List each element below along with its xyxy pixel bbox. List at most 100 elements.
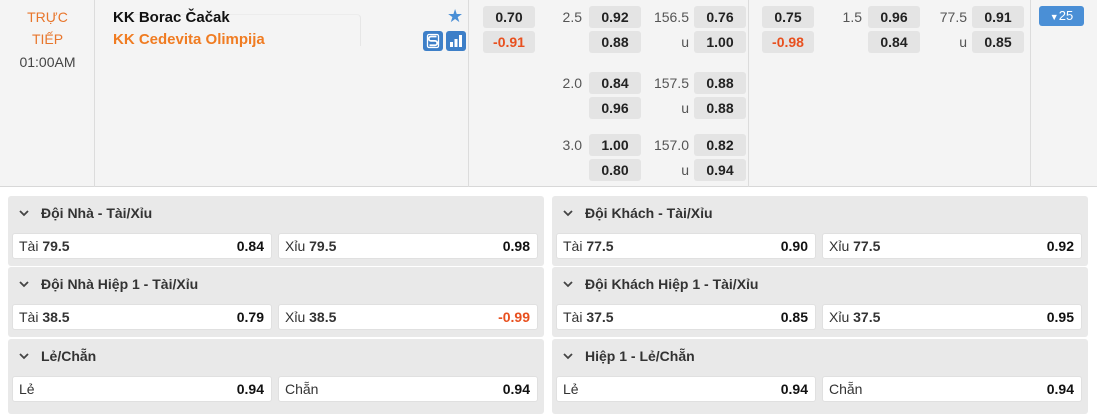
ft-total-under-label: u bbox=[681, 34, 689, 50]
option-odds: 0.90 bbox=[780, 238, 808, 254]
h1-total-line: 77.5 bbox=[939, 9, 967, 25]
market-header[interactable]: Lẻ/Chẵn bbox=[8, 339, 544, 373]
h1-handicap-home[interactable]: 0.75 bbox=[762, 6, 814, 28]
match-status: TRỰC TIẾP 01:00AM bbox=[0, 0, 95, 187]
scoreboard-icon[interactable] bbox=[423, 31, 443, 51]
market-option[interactable]: Lẻ 0.94 bbox=[12, 376, 272, 402]
h1-hdp-home[interactable]: 0.96 bbox=[868, 6, 920, 28]
chevron-down-icon bbox=[19, 281, 29, 288]
ft-hdp-away[interactable]: 0.88 bbox=[589, 31, 641, 53]
option-odds: 0.85 bbox=[780, 309, 808, 325]
chevron-down-icon bbox=[563, 353, 573, 360]
ft-total-over[interactable]: 0.76 bbox=[694, 6, 746, 28]
market-option[interactable]: Xỉu 79.5 0.98 bbox=[278, 233, 538, 259]
ft-total-over[interactable]: 0.88 bbox=[694, 72, 746, 94]
more-markets-button[interactable]: ▼25 bbox=[1039, 6, 1084, 26]
option-odds: 0.94 bbox=[780, 381, 808, 397]
h1-hdp-line: 1.5 bbox=[842, 9, 862, 25]
ft-hdp-home[interactable]: 1.00 bbox=[589, 134, 641, 156]
ft-total-line: 156.5 bbox=[653, 9, 689, 25]
ft-total-under-label: u bbox=[681, 162, 689, 178]
option-label: Xỉu 37.5 bbox=[829, 309, 881, 325]
caret-down-icon: ▼ bbox=[1049, 12, 1059, 22]
option-label: Tài 37.5 bbox=[563, 309, 614, 325]
h1-total-under[interactable]: 0.85 bbox=[972, 31, 1024, 53]
market-option[interactable]: Xỉu 77.5 0.92 bbox=[822, 233, 1082, 259]
market-block: Đội Nhà - Tài/Xỉu Tài 79.5 0.84 Xỉu 79.5 0.9… bbox=[8, 196, 544, 266]
ft-total-under-label: u bbox=[681, 100, 689, 116]
option-odds: 0.94 bbox=[502, 381, 530, 397]
ft-hdp-line: 2.0 bbox=[562, 75, 582, 91]
h1-total-under-label: u bbox=[959, 34, 967, 50]
ft-hdp-away[interactable]: 0.80 bbox=[589, 159, 641, 181]
market-option[interactable]: Tài 38.5 0.79 bbox=[12, 304, 272, 330]
market-block: Lẻ/Chẵn Lẻ 0.94 Chẵn 0.94 bbox=[8, 339, 544, 414]
market-title: Đội Nhà - Tài/Xỉu bbox=[41, 205, 153, 221]
option-label: Tài 79.5 bbox=[19, 238, 70, 254]
market-option[interactable]: Tài 79.5 0.84 bbox=[12, 233, 272, 259]
market-option[interactable]: Tài 37.5 0.85 bbox=[556, 304, 816, 330]
option-odds: -0.99 bbox=[498, 309, 530, 325]
teams-cell: KK Borac Čačak KK Cedevita Olimpija ★ bbox=[96, 0, 469, 187]
market-block: Đội Nhà Hiệp 1 - Tài/Xỉu Tài 38.5 0.79 Xỉu … bbox=[8, 267, 544, 337]
live-label-2: TIẾP bbox=[31, 31, 64, 47]
market-header[interactable]: Đội Khách - Tài/Xỉu bbox=[552, 196, 1088, 230]
option-odds: 0.98 bbox=[502, 238, 530, 254]
star-icon[interactable]: ★ bbox=[447, 6, 463, 26]
market-option[interactable]: Chẵn 0.94 bbox=[822, 376, 1082, 402]
option-label: Tài 38.5 bbox=[19, 309, 70, 325]
option-label: Chẵn bbox=[285, 381, 319, 397]
market-header[interactable]: Đội Nhà Hiệp 1 - Tài/Xỉu bbox=[8, 267, 544, 301]
market-option[interactable]: Xỉu 37.5 0.95 bbox=[822, 304, 1082, 330]
option-label: Lẻ bbox=[19, 381, 35, 397]
option-label: Tài 77.5 bbox=[563, 238, 614, 254]
option-label: Xỉu 79.5 bbox=[285, 238, 337, 254]
option-label: Xỉu 38.5 bbox=[285, 309, 337, 325]
market-header[interactable]: Đội Nhà - Tài/Xỉu bbox=[8, 196, 544, 230]
market-option[interactable]: Xỉu 38.5 -0.99 bbox=[278, 304, 538, 330]
home-team-name[interactable]: KK Borac Čačak bbox=[113, 8, 230, 28]
market-title: Đội Nhà Hiệp 1 - Tài/Xỉu bbox=[41, 276, 199, 292]
ft-total-over[interactable]: 0.82 bbox=[694, 134, 746, 156]
match-time: 01:00AM bbox=[19, 54, 76, 70]
market-block: Hiệp 1 - Lẻ/Chẵn Lẻ 0.94 Chẵn 0.94 bbox=[552, 339, 1088, 414]
market-block: Đội Khách - Tài/Xỉu Tài 77.5 0.90 Xỉu 77.5 0… bbox=[552, 196, 1088, 266]
away-team-name[interactable]: KK Cedevita Olimpija bbox=[113, 30, 265, 50]
option-label: Lẻ bbox=[563, 381, 579, 397]
stats-icon[interactable] bbox=[446, 31, 466, 51]
option-odds: 0.84 bbox=[236, 238, 264, 254]
market-title: Đội Khách - Tài/Xỉu bbox=[585, 205, 713, 221]
market-title: Hiệp 1 - Lẻ/Chẵn bbox=[585, 348, 695, 364]
ft-total-line: 157.5 bbox=[653, 75, 689, 91]
option-odds: 0.79 bbox=[236, 309, 264, 325]
market-option[interactable]: Lẻ 0.94 bbox=[556, 376, 816, 402]
h1-hdp-away[interactable]: 0.84 bbox=[868, 31, 920, 53]
ft-hdp-line: 2.5 bbox=[562, 9, 582, 25]
option-odds: 0.94 bbox=[236, 381, 264, 397]
h1-total-over[interactable]: 0.91 bbox=[972, 6, 1024, 28]
ft-total-line: 157.0 bbox=[653, 137, 689, 153]
ft-total-under[interactable]: 1.00 bbox=[694, 31, 746, 53]
ft-handicap-home[interactable]: 0.70 bbox=[483, 6, 535, 28]
ft-total-under[interactable]: 0.88 bbox=[694, 97, 746, 119]
option-label: Chẵn bbox=[829, 381, 863, 397]
ft-handicap-away[interactable]: -0.91 bbox=[483, 31, 535, 53]
ft-hdp-home[interactable]: 0.92 bbox=[589, 6, 641, 28]
market-option[interactable]: Tài 77.5 0.90 bbox=[556, 233, 816, 259]
market-header[interactable]: Đội Khách Hiệp 1 - Tài/Xỉu bbox=[552, 267, 1088, 301]
option-odds: 0.92 bbox=[1046, 238, 1074, 254]
market-header[interactable]: Hiệp 1 - Lẻ/Chẵn bbox=[552, 339, 1088, 373]
chevron-down-icon bbox=[563, 281, 573, 288]
market-option[interactable]: Chẵn 0.94 bbox=[278, 376, 538, 402]
ft-hdp-home[interactable]: 0.84 bbox=[589, 72, 641, 94]
market-title: Đội Khách Hiệp 1 - Tài/Xỉu bbox=[585, 276, 759, 292]
market-block: Đội Khách Hiệp 1 - Tài/Xỉu Tài 37.5 0.85 Xỉ… bbox=[552, 267, 1088, 337]
option-odds: 0.94 bbox=[1046, 381, 1074, 397]
chevron-down-icon bbox=[19, 210, 29, 217]
ft-total-under[interactable]: 0.94 bbox=[694, 159, 746, 181]
live-label: TRỰC bbox=[27, 9, 68, 25]
ft-hdp-away[interactable]: 0.96 bbox=[589, 97, 641, 119]
match-row: TRỰC TIẾP 01:00AM KK Borac Čačak KK Cede… bbox=[0, 0, 1097, 187]
chevron-down-icon bbox=[19, 353, 29, 360]
h1-handicap-away[interactable]: -0.98 bbox=[762, 31, 814, 53]
